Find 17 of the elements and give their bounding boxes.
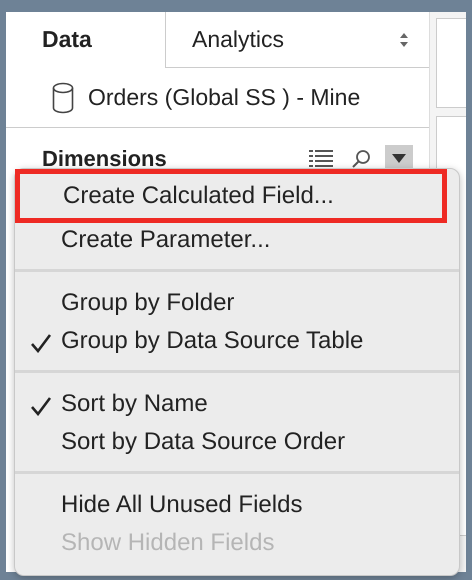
menu-item[interactable]: Group by Data Source Table [15,322,459,360]
caret-icon [392,154,406,163]
tab[interactable]: Analytics [165,12,429,68]
menu-item[interactable]: Create Calculated Field... [17,171,445,221]
section-title: Dimensions [42,145,168,173]
menu-item[interactable]: Create Parameter... [15,221,459,259]
sort-arrows-icon [399,32,409,48]
menu-item[interactable]: Hide All Unused Fields [15,486,459,524]
database-icon [52,82,74,114]
data-source-name[interactable]: Orders (Global SS ) - Mine [88,80,360,115]
check-icon [30,396,52,416]
menu-item[interactable]: Group by Folder [15,284,459,322]
check-icon [30,332,52,353]
search-icon[interactable] [351,148,371,168]
menu-item[interactable]: Sort by Data Source Order [15,423,459,461]
menu-item[interactable]: Sort by Name [15,385,459,423]
list-view-icon[interactable] [309,148,333,168]
